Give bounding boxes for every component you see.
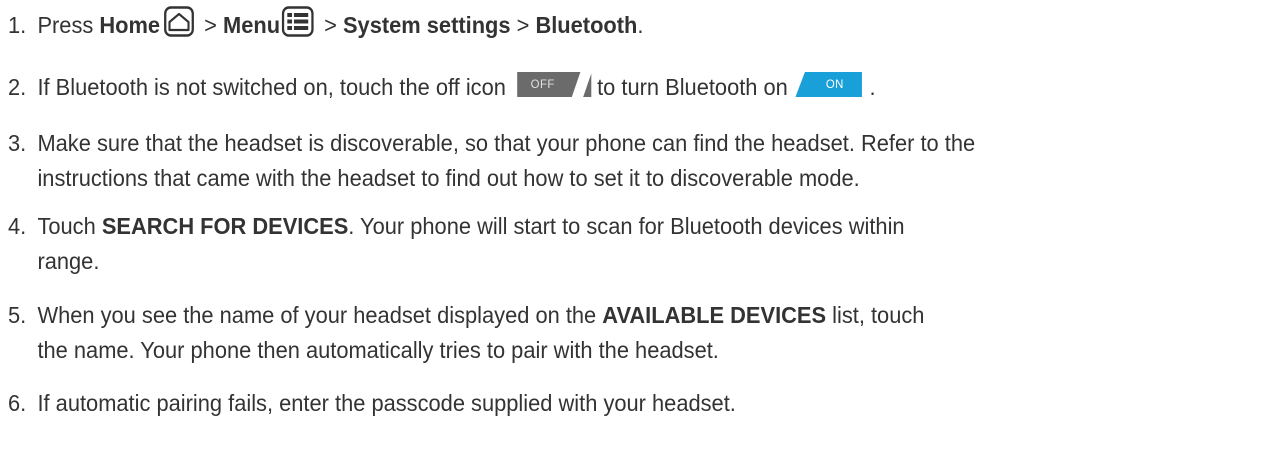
instruction-document: 1. Press Home > Menu > System settings > … <box>0 0 1264 465</box>
system-settings-label: System settings <box>342 12 511 38</box>
search-for-devices-label: SEARCH FOR DEVICES <box>101 213 349 239</box>
toggle-cap <box>861 72 870 97</box>
step-end: . <box>637 12 644 38</box>
step-1: 1. Press Home > Menu > System settings > … <box>8 6 1186 43</box>
step-number: 3. <box>8 130 27 156</box>
step-text-line2: instructions that came with the headset … <box>37 165 860 191</box>
separator: > <box>510 12 536 38</box>
step-end: . <box>869 74 876 100</box>
on-toggle-label: ON <box>825 77 844 91</box>
step-2: 2. If Bluetooth is not switched on, touch… <box>8 70 1186 105</box>
step-number: 6. <box>8 390 27 416</box>
step-text: to turn Bluetooth on <box>597 74 788 100</box>
step-text: Press <box>37 12 100 38</box>
off-toggle-label: OFF <box>530 77 555 91</box>
step-number: 2. <box>8 74 27 100</box>
step-text-line1: Make sure that the headset is discoverab… <box>37 130 976 156</box>
off-toggle-icon: OFF <box>517 72 592 97</box>
step-3: 3. Make sure that the headset is discover… <box>8 126 1186 196</box>
step-number: 4. <box>8 213 27 239</box>
step-text: list, touch <box>826 302 925 328</box>
bluetooth-label: Bluetooth <box>535 12 638 38</box>
step-text: . Your phone will start to scan for Blue… <box>348 213 905 239</box>
toggle-knob <box>571 72 592 97</box>
on-toggle-icon: ON <box>795 72 870 97</box>
step-6: 6. If automatic pairing fails, enter the … <box>8 386 1186 421</box>
step-text-line2: the name. Your phone then automatically … <box>37 337 719 363</box>
step-text: If automatic pairing fails, enter the pa… <box>37 390 736 416</box>
separator: > <box>198 12 223 38</box>
home-label: Home <box>99 12 161 38</box>
step-4: 4. Touch SEARCH FOR DEVICES. Your phone w… <box>8 209 1186 279</box>
step-text: When you see the name of your headset di… <box>37 302 603 328</box>
home-icon <box>164 6 195 37</box>
step-number: 5. <box>8 302 27 328</box>
menu-label: Menu <box>222 12 281 38</box>
step-text-line2: range. <box>37 248 100 274</box>
menu-icon <box>282 6 314 37</box>
available-devices-label: AVAILABLE DEVICES <box>602 302 827 328</box>
step-5: 5. When you see the name of your headset … <box>8 298 1186 368</box>
separator: > <box>318 12 343 38</box>
step-number: 1. <box>8 12 27 38</box>
step-text: Touch <box>37 213 102 239</box>
step-text: If Bluetooth is not switched on, touch t… <box>37 74 506 100</box>
